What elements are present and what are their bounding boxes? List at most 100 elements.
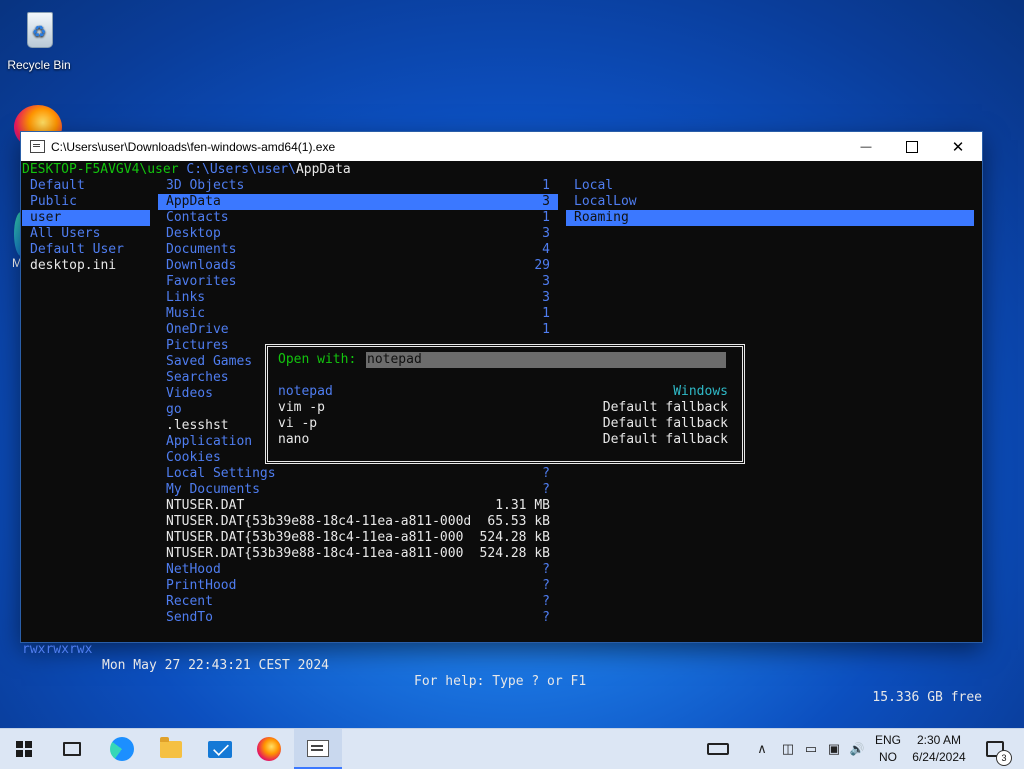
tray-drive-icon[interactable]: ▭ xyxy=(801,729,821,769)
notification-center-button[interactable]: 3 xyxy=(978,729,1012,769)
middle-pane-item-label: NetHood xyxy=(166,562,221,577)
open-with-option-source: Windows xyxy=(673,384,728,399)
task-view-icon xyxy=(63,742,81,756)
middle-pane-item[interactable]: SendTo? xyxy=(158,610,558,626)
keyboard-icon xyxy=(707,743,729,755)
tray-volume-icon[interactable]: 🔊 xyxy=(847,729,867,769)
open-with-input[interactable]: notepad xyxy=(366,352,726,368)
path-host: DESKTOP-F5AVGV4\user xyxy=(22,162,179,177)
middle-pane-item-label: 3D Objects xyxy=(166,178,245,193)
middle-pane-item-label: Searches xyxy=(166,370,229,385)
open-with-option[interactable]: vim -p Default fallback xyxy=(278,400,728,416)
touch-keyboard-button[interactable] xyxy=(700,729,736,769)
open-with-option[interactable]: vi -p Default fallback xyxy=(278,416,728,432)
middle-pane-item[interactable]: 3D Objects 1 xyxy=(158,178,558,194)
middle-pane-item-count: ? xyxy=(542,562,550,577)
middle-pane-item-count: 3 xyxy=(542,274,550,289)
middle-pane-item[interactable]: Desktop 3 xyxy=(158,226,558,242)
middle-pane-item-count: 1 xyxy=(542,178,550,193)
middle-pane-item[interactable]: Recent? xyxy=(158,594,558,610)
middle-pane-item[interactable]: Favorites 3 xyxy=(158,274,558,290)
usb-drive-icon: ▭ xyxy=(804,741,818,756)
middle-pane-item-label: Contacts xyxy=(166,210,229,225)
middle-pane-item-label: Saved Games xyxy=(166,354,253,369)
middle-pane-item[interactable]: Downloads 29 xyxy=(158,258,558,274)
right-pane-item[interactable]: Roaming xyxy=(566,210,974,226)
windows-start-icon xyxy=(16,741,32,757)
left-pane-item[interactable]: Public xyxy=(22,194,150,210)
language-top: ENG xyxy=(874,733,901,747)
middle-pane-item[interactable]: Links 3 xyxy=(158,290,558,306)
close-button[interactable]: ✕ xyxy=(935,132,981,161)
middle-pane-item[interactable]: Documents 4 xyxy=(158,242,558,258)
start-button[interactable] xyxy=(0,729,48,769)
middle-pane-item[interactable]: My Documents? xyxy=(158,482,558,498)
middle-pane-item-label: Application xyxy=(166,434,253,449)
middle-pane-item-label: Links xyxy=(166,290,206,305)
middle-pane-item-count: ? xyxy=(542,594,550,609)
status-permissions: rwxrwxrwx xyxy=(22,642,93,657)
open-with-option-program: vi -p xyxy=(278,416,318,431)
open-with-option[interactable]: nano Default fallback xyxy=(278,432,728,448)
open-with-input-value: notepad xyxy=(367,352,422,367)
minimize-button[interactable]: — xyxy=(843,132,889,161)
middle-pane-item[interactable]: PrintHood? xyxy=(158,578,558,594)
left-pane-item[interactable]: Default User xyxy=(22,242,150,258)
middle-pane-item[interactable]: NTUSER.DAT 1.31 MB xyxy=(158,498,558,514)
middle-pane-item-count: 65.53 kB xyxy=(487,514,550,529)
taskbar-firefox[interactable] xyxy=(245,729,293,769)
right-pane-item[interactable]: LocalLow xyxy=(566,194,974,210)
middle-pane-item-label: NTUSER.DAT{53b39e88-18c4-11ea-a811-000d xyxy=(166,514,472,529)
left-pane-item[interactable]: All Users xyxy=(22,226,150,242)
middle-pane-item-label: NTUSER.DAT{53b39e88-18c4-11ea-a811-000 xyxy=(166,530,464,545)
left-pane-item[interactable]: desktop.ini xyxy=(22,258,150,274)
left-pane-item-label: user xyxy=(30,210,62,225)
right-pane-item[interactable]: Local xyxy=(566,178,974,194)
middle-pane-item[interactable]: Local Settings? xyxy=(158,466,558,482)
tray-meet-icon[interactable]: ◫ xyxy=(778,729,798,769)
taskbar-mail[interactable] xyxy=(196,729,244,769)
clock[interactable]: 2:30 AM 6/24/2024 xyxy=(906,729,972,769)
middle-pane-item[interactable]: Contacts 1 xyxy=(158,210,558,226)
status-bar: rwxrwxrwx Mon May 27 22:43:21 CEST 2024 … xyxy=(21,626,982,705)
open-with-option[interactable]: notepad Windows xyxy=(278,384,728,400)
middle-pane-item-count: ? xyxy=(542,482,550,497)
taskbar-edge[interactable] xyxy=(98,729,146,769)
notification-icon: 3 xyxy=(986,741,1012,766)
taskbar-terminal[interactable] xyxy=(294,729,342,769)
fen-terminal[interactable]: DESKTOP-F5AVGV4\user C:\Users\user\AppDa… xyxy=(21,161,982,705)
middle-pane-item-count: 524.28 kB xyxy=(479,546,550,561)
language-indicator[interactable]: ENG NO xyxy=(872,729,904,769)
mail-icon xyxy=(208,740,232,758)
recycle-bin-shortcut[interactable]: Recycle Bin xyxy=(1,8,77,72)
left-pane-item[interactable]: Default xyxy=(22,178,150,194)
status-help: For help: Type ? or F1 xyxy=(414,674,587,689)
task-view-button[interactable] xyxy=(48,729,96,769)
maximize-button[interactable] xyxy=(889,132,935,161)
middle-pane-item-label: Downloads xyxy=(166,258,237,273)
tray-network-icon[interactable]: ▣ xyxy=(824,729,844,769)
middle-pane-item-label: Local Settings xyxy=(166,466,276,481)
middle-pane-item[interactable]: AppData 3 xyxy=(158,194,558,210)
middle-pane-item-label: NTUSER.DAT{53b39e88-18c4-11ea-a811-000 xyxy=(166,546,464,561)
middle-pane-item-label: Cookies xyxy=(166,450,221,465)
terminal-window[interactable]: C:\Users\user\Downloads\fen-windows-amd6… xyxy=(21,132,982,705)
middle-pane-item-count: 3 xyxy=(542,194,550,209)
left-pane-item[interactable]: user xyxy=(22,210,150,226)
middle-pane-item-label: OneDrive xyxy=(166,322,229,337)
middle-pane-item[interactable]: Music 1 xyxy=(158,306,558,322)
title-bar[interactable]: C:\Users\user\Downloads\fen-windows-amd6… xyxy=(21,132,982,161)
middle-pane-item[interactable]: NTUSER.DAT{53b39e88-18c4-11ea-a811-000 52… xyxy=(158,546,558,562)
middle-pane-item[interactable]: NTUSER.DAT{53b39e88-18c4-11ea-a811-000 52… xyxy=(158,530,558,546)
tray-overflow-button[interactable]: ∧ xyxy=(752,729,772,769)
close-icon: ✕ xyxy=(951,138,965,156)
notification-count-badge: 3 xyxy=(996,750,1012,766)
middle-pane-item[interactable]: OneDrive 1 xyxy=(158,322,558,338)
middle-pane-item[interactable]: NetHood? xyxy=(158,562,558,578)
right-pane: Local LocalLow Roaming xyxy=(566,178,974,226)
middle-pane-item[interactable]: NTUSER.DAT{53b39e88-18c4-11ea-a811-000d 6… xyxy=(158,514,558,530)
clock-time: 2:30 AM xyxy=(916,733,961,747)
taskbar-file-explorer[interactable] xyxy=(147,729,195,769)
open-with-popup[interactable]: Open with: notepad notepad Windows vim -p D… xyxy=(265,344,745,464)
firefox-icon xyxy=(257,737,281,761)
